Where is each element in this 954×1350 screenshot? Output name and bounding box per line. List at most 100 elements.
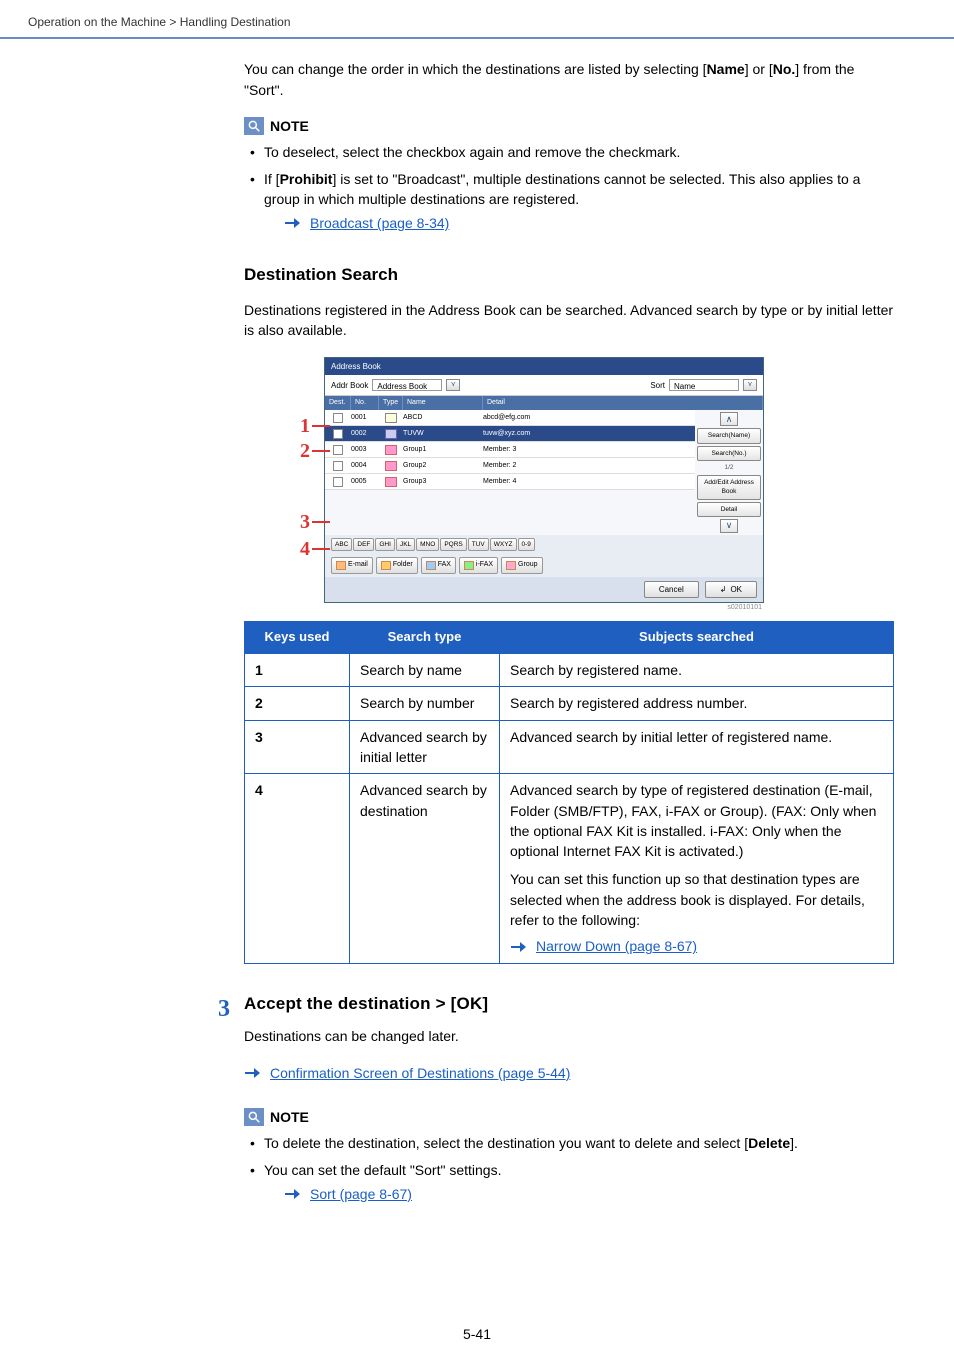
- note2-list: To delete the destination, select the de…: [244, 1133, 894, 1204]
- main-content: You can change the order in which the de…: [0, 39, 954, 1274]
- page-number: 5-41: [0, 1324, 954, 1344]
- cell-key: 2: [245, 687, 350, 720]
- alpha-key[interactable]: PQRS: [440, 538, 466, 551]
- checkbox[interactable]: [333, 413, 343, 423]
- arrow-icon: [244, 1067, 260, 1079]
- panel-footer: Cancel ↲OK: [325, 577, 763, 603]
- fax-filter[interactable]: FAX: [421, 557, 456, 573]
- table-row[interactable]: 0002 TUVW tuvw@xyz.com: [325, 426, 695, 442]
- cell-subject: Advanced search by type of registered de…: [500, 774, 894, 963]
- table-row[interactable]: 0001 ABCD abcd@efg.com: [325, 410, 695, 426]
- addr-dropdown[interactable]: ⋎: [446, 379, 460, 391]
- mail-icon: [336, 561, 346, 570]
- intro-para: You can change the order in which the de…: [244, 59, 894, 100]
- dest-search-para: Destinations registered in the Address B…: [244, 300, 894, 341]
- note1-bullet2: If [Prohibit] is set to "Broadcast", mul…: [248, 169, 894, 234]
- folder-icon: [381, 561, 391, 570]
- email-filter[interactable]: E-mail: [331, 557, 373, 573]
- step-number: 3: [208, 992, 230, 1027]
- dest-search-heading: Destination Search: [244, 263, 894, 288]
- ok-button[interactable]: ↲OK: [705, 581, 757, 599]
- group-filter[interactable]: Group: [501, 557, 542, 573]
- alpha-key[interactable]: TUV: [468, 538, 489, 551]
- alpha-key[interactable]: GHI: [375, 538, 395, 551]
- cancel-button[interactable]: Cancel: [644, 581, 699, 599]
- cell-search-type: Advanced search by destination: [350, 774, 500, 963]
- note-label: NOTE: [270, 116, 309, 136]
- checkbox-checked[interactable]: [333, 429, 343, 439]
- panel-rows: 0001 ABCD abcd@efg.com 0002 TUVW tuvw@xy…: [325, 410, 695, 535]
- cell-search-type: Advanced search by initial letter: [350, 720, 500, 774]
- note2-link-line: Sort (page 8-67): [264, 1184, 894, 1204]
- note2-bullet1: To delete the destination, select the de…: [248, 1133, 894, 1153]
- note-head: NOTE: [244, 116, 309, 136]
- table-row[interactable]: 0003 Group1 Member: 3: [325, 442, 695, 458]
- group-icon: [385, 461, 397, 471]
- screenshot-stamp: s02010101: [324, 603, 764, 613]
- note-icon: [244, 1108, 264, 1126]
- cell-key: 3: [245, 720, 350, 774]
- search-name-button[interactable]: Search(Name): [697, 428, 761, 443]
- arrow-icon: [510, 941, 526, 953]
- mail-icon: [385, 413, 397, 423]
- panel-side: ∧ Search(Name) Search(No.) 1/2 Add/Edit …: [695, 410, 763, 535]
- sort-dropdown[interactable]: ⋎: [743, 379, 757, 391]
- checkbox[interactable]: [333, 445, 343, 455]
- table-row[interactable]: 0005 Group3 Member: 4: [325, 474, 695, 490]
- broadcast-link[interactable]: Broadcast (page 8-34): [310, 213, 449, 233]
- th-subjects: Subjects searched: [500, 622, 894, 654]
- arrow-icon: [284, 1188, 300, 1200]
- smb-icon: [385, 429, 397, 439]
- breadcrumb: Operation on the Machine > Handling Dest…: [0, 0, 954, 39]
- filter-row: E-mail Folder FAX i-FAX Group: [325, 554, 763, 576]
- ifax-filter[interactable]: i-FAX: [459, 557, 498, 573]
- alpha-key[interactable]: WXYZ: [490, 538, 517, 551]
- keys-table: Keys used Search type Subjects searched …: [244, 621, 894, 963]
- checkbox[interactable]: [333, 477, 343, 487]
- callouts: 1 2 3 4: [294, 412, 330, 564]
- step-3: 3 Accept the destination > [OK] Destinat…: [208, 992, 894, 1234]
- sort-link[interactable]: Sort (page 8-67): [310, 1184, 412, 1204]
- alpha-key[interactable]: JKL: [396, 538, 415, 551]
- fax-icon: [426, 561, 436, 570]
- panel-title: Address Book: [325, 358, 763, 376]
- confirmation-screen-link[interactable]: Confirmation Screen of Destinations (pag…: [270, 1063, 570, 1083]
- step-link-line: Confirmation Screen of Destinations (pag…: [244, 1063, 894, 1083]
- sort-field[interactable]: Name: [669, 379, 739, 391]
- detail-button[interactable]: Detail: [697, 502, 761, 517]
- alpha-key[interactable]: MNO: [416, 538, 439, 551]
- step-title: Accept the destination > [OK]: [244, 992, 894, 1017]
- cell-subject: Search by registered name.: [500, 654, 894, 687]
- addr-field[interactable]: Address Book: [372, 379, 442, 391]
- panel-columns: Dest. No. Type Name Detail: [325, 396, 763, 410]
- note-label: NOTE: [270, 1107, 309, 1127]
- alpha-key[interactable]: ABC: [331, 538, 352, 551]
- note-icon: [244, 117, 264, 135]
- callout-2: 2: [294, 437, 310, 466]
- checkbox[interactable]: [333, 461, 343, 471]
- narrow-down-link[interactable]: Narrow Down (page 8-67): [536, 936, 697, 956]
- table-row[interactable]: 0004 Group2 Member: 2: [325, 458, 695, 474]
- scroll-down-button[interactable]: ∨: [720, 519, 738, 533]
- callout-3: 3: [294, 508, 310, 537]
- search-no-button[interactable]: Search(No.): [697, 446, 761, 461]
- intro-no: No.: [773, 61, 796, 77]
- cell-search-type: Search by name: [350, 654, 500, 687]
- page-indicator: 1/2: [697, 463, 761, 472]
- arrow-icon: [284, 217, 300, 229]
- callout-4: 4: [294, 535, 310, 564]
- cell-key: 1: [245, 654, 350, 687]
- note2-bullet2: You can set the default "Sort" settings.…: [248, 1160, 894, 1205]
- folder-filter[interactable]: Folder: [376, 557, 418, 573]
- note-block-2: NOTE To delete the destination, select t…: [244, 1107, 894, 1204]
- alpha-row: ABC DEF GHI JKL MNO PQRS TUV WXYZ 0-9: [325, 535, 763, 554]
- th-search-type: Search type: [350, 622, 500, 654]
- alpha-key[interactable]: DEF: [353, 538, 374, 551]
- addr-label: Addr Book: [331, 380, 368, 392]
- scroll-up-button[interactable]: ∧: [720, 412, 738, 426]
- group-icon: [385, 477, 397, 487]
- alpha-key[interactable]: 0-9: [518, 538, 535, 551]
- intro-text-a: You can change the order in which the de…: [244, 61, 707, 77]
- edit-address-book-button[interactable]: Add/Edit Address Book: [697, 475, 761, 500]
- ifax-icon: [464, 561, 474, 570]
